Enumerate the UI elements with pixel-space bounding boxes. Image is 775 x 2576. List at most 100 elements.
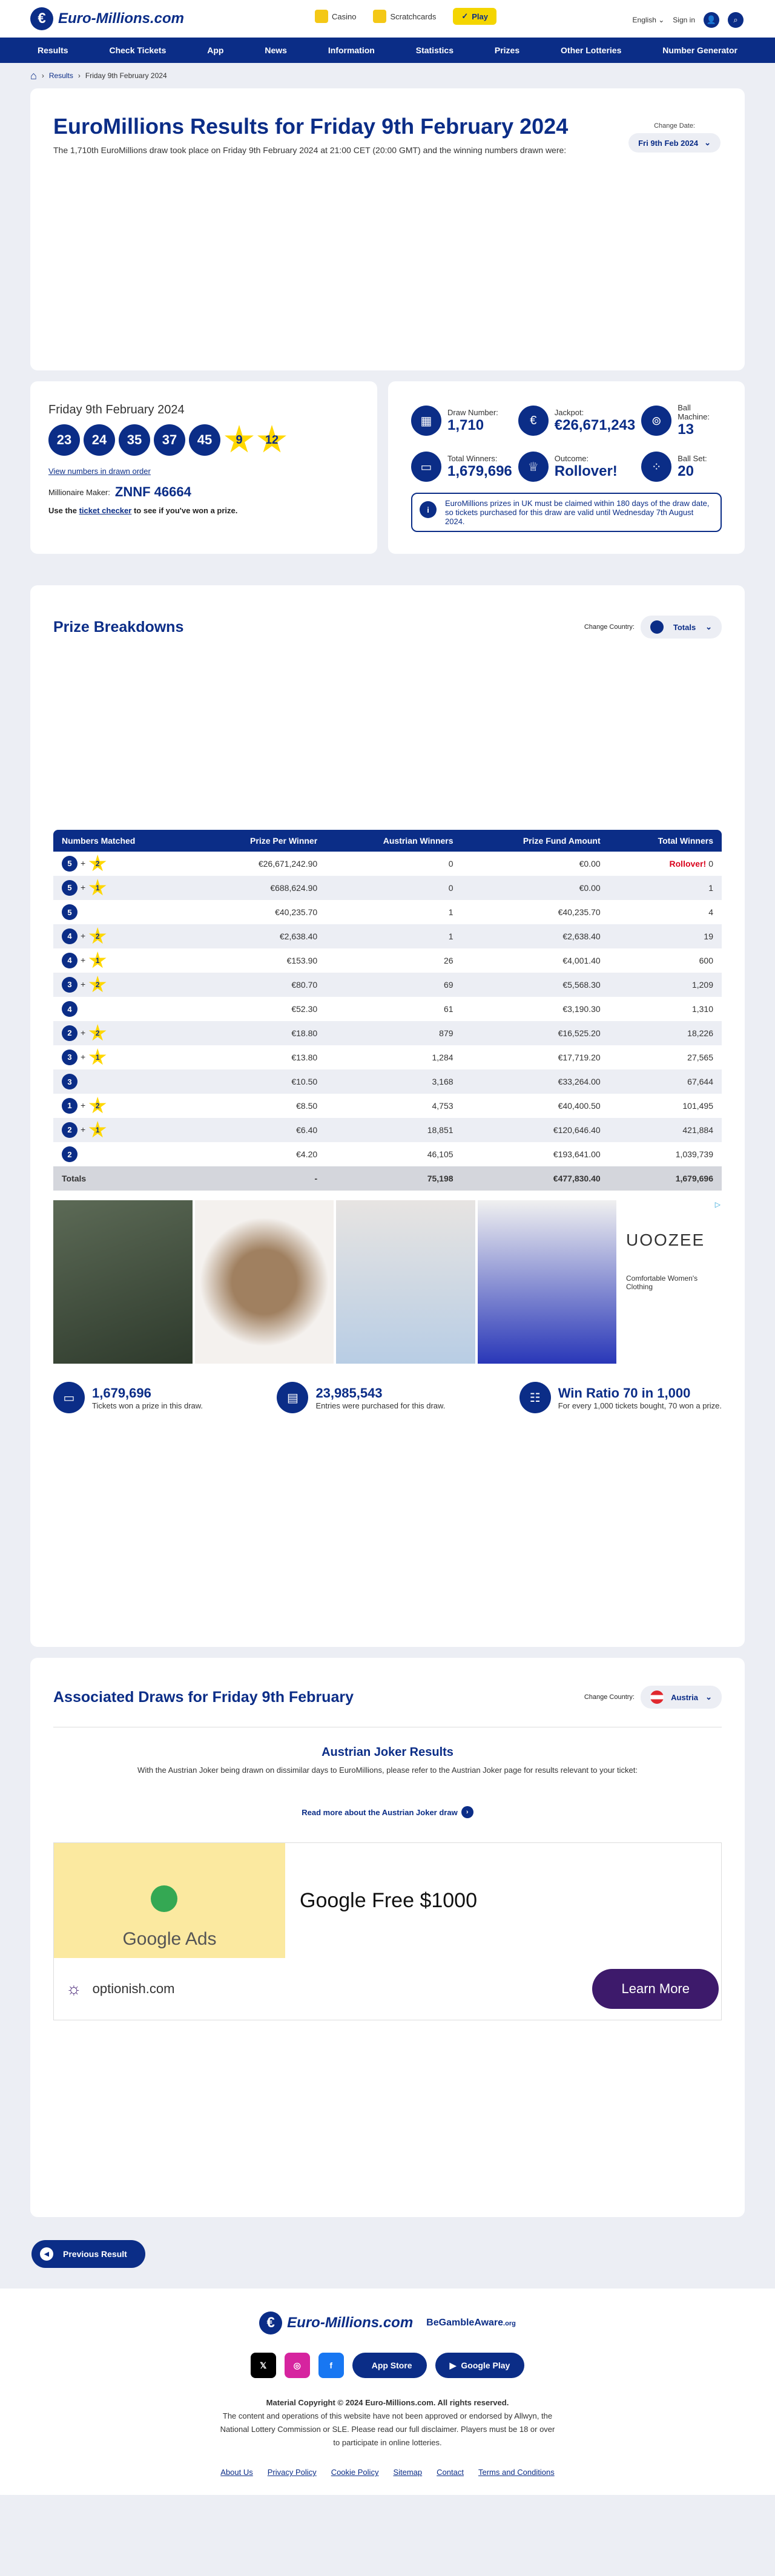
previous-result-label: Previous Result: [63, 2249, 127, 2259]
google-ad[interactable]: Google Ads Google Free $1000 ☼ optionish.…: [53, 1842, 722, 2020]
casino-link[interactable]: Casino: [315, 10, 356, 23]
nav-results[interactable]: Results: [30, 45, 76, 55]
footer-link-contact[interactable]: Contact: [437, 2468, 464, 2477]
prize-per-winner-cell: €13.80: [291, 1053, 318, 1062]
total-winners-cell: 421,884: [609, 1118, 722, 1142]
breadcrumb-results[interactable]: Results: [49, 71, 73, 80]
home-icon[interactable]: ⌂: [30, 70, 37, 82]
drawn-order-link[interactable]: View numbers in drawn order: [48, 467, 151, 476]
ad-choices-icon[interactable]: ▷: [715, 1200, 721, 1209]
instagram-icon[interactable]: ◎: [284, 2353, 310, 2378]
austrian-winners-cell: 1: [448, 907, 453, 917]
footer-link-privacy[interactable]: Privacy Policy: [268, 2468, 317, 2477]
prize-per-winner-cell: €8.50: [296, 1101, 318, 1111]
nav-app[interactable]: App: [200, 45, 231, 55]
prize-fund-cell: €193,641.00: [553, 1149, 601, 1159]
nav-number-generator[interactable]: Number Generator: [655, 45, 745, 55]
lucky-star: 2: [88, 976, 107, 993]
country-select[interactable]: Totals ⌄: [641, 616, 722, 639]
ad-image[interactable]: [477, 1200, 616, 1364]
footer-link-about[interactable]: About Us: [220, 2468, 252, 2477]
chevron-right-icon: ›: [78, 71, 81, 80]
totals-winners: 1,679,696: [608, 1166, 722, 1191]
austrian-winners-cell: 18,851: [427, 1125, 453, 1135]
user-icon[interactable]: 👤: [704, 12, 719, 28]
associated-country-select[interactable]: Austria ⌄: [641, 1686, 722, 1709]
ticket-checker-link[interactable]: ticket checker: [79, 506, 132, 515]
ad-brand[interactable]: UOOZEE Comfortable Women's Clothing: [619, 1200, 722, 1371]
joker-text: With the Austrian Joker being drawn on d…: [137, 1766, 638, 1775]
nav-statistics[interactable]: Statistics: [409, 45, 461, 55]
ad-image[interactable]: [336, 1200, 475, 1364]
signin-link[interactable]: Sign in: [673, 16, 695, 24]
ball: 35: [119, 424, 150, 456]
stat-label: Total Winners:: [447, 453, 498, 463]
google-play-button[interactable]: ▶ Google Play: [435, 2353, 525, 2378]
footer-link-cookie[interactable]: Cookie Policy: [331, 2468, 379, 2477]
change-date: Change Date: Fri 9th Feb 2024 ⌄: [628, 122, 721, 153]
table-row: 5 +2 €26,671,242.90 0 €0.00 Rollover! 0: [53, 852, 722, 876]
footer-link-terms[interactable]: Terms and Conditions: [478, 2468, 555, 2477]
prize-fund-cell: €4,001.40: [562, 956, 601, 965]
summary-value: Win Ratio 70 in 1,000: [558, 1385, 691, 1401]
ad-image[interactable]: Google Ads: [54, 1843, 285, 1958]
ad-image[interactable]: [194, 1200, 334, 1364]
site-logo[interactable]: € Euro-Millions.com: [30, 7, 184, 30]
page-title: EuroMillions Results for Friday 9th Febr…: [53, 114, 569, 139]
stat-label: Ball Machine:: [678, 403, 710, 421]
previous-result-button[interactable]: ◀ Previous Result: [31, 2240, 145, 2268]
nav-other-lotteries[interactable]: Other Lotteries: [553, 45, 628, 55]
footer-logo[interactable]: € Euro-Millions.com: [259, 2312, 413, 2334]
col-prize-fund: Prize Fund Amount: [461, 830, 609, 852]
stat-total-winners: ▭ Total Winners: 1,679,696: [411, 452, 512, 482]
joker-link[interactable]: Read more about the Austrian Joker draw ›: [302, 1806, 473, 1818]
summary-value: 1,679,696: [92, 1385, 151, 1401]
prize-per-winner-cell: €80.70: [291, 980, 318, 990]
language-select[interactable]: English ⌄: [633, 16, 665, 24]
arrow-right-icon: ›: [461, 1806, 473, 1818]
numbers-matched: 4 +2: [53, 924, 194, 948]
total-winners-value: 19: [704, 932, 713, 941]
nav-information[interactable]: Information: [321, 45, 382, 55]
nav-news[interactable]: News: [257, 45, 294, 55]
app-store-button[interactable]: App Store: [352, 2353, 427, 2378]
prize-fund-cell: €16,525.20: [558, 1028, 601, 1038]
play-button[interactable]: ✓ Play: [453, 8, 496, 25]
scratchcards-icon: [373, 10, 387, 23]
euro-logo-icon: €: [30, 7, 53, 30]
lucky-star: 1: [88, 879, 107, 896]
total-winners-value: 0: [708, 859, 713, 869]
clothing-ad[interactable]: UOOZEE Comfortable Women's Clothing ▷: [53, 1200, 722, 1371]
prize-fund-cell: €40,400.50: [558, 1101, 601, 1111]
footer-link-sitemap[interactable]: Sitemap: [393, 2468, 422, 2477]
stat-label: Ball Set:: [678, 453, 707, 463]
nav-check-tickets[interactable]: Check Tickets: [102, 45, 173, 55]
austrian-winners-cell: 0: [448, 859, 453, 869]
stat-outcome: ♕ Outcome: Rollover!: [518, 452, 635, 482]
ball: 3: [62, 976, 78, 993]
date-select[interactable]: Fri 9th Feb 2024 ⌄: [628, 133, 721, 153]
checker-post: to see if you've won a prize.: [133, 506, 238, 515]
chevron-down-icon: ⌄: [705, 1692, 712, 1701]
numbers-matched: 5 +1: [53, 876, 194, 900]
nav-prizes[interactable]: Prizes: [487, 45, 527, 55]
winning-balls: 23 24 35 37 45 9 12: [48, 424, 359, 456]
gamble-suffix: .org: [503, 2320, 516, 2327]
play-logo-icon: ✓: [461, 12, 469, 21]
numbers-matched: 3 +2: [53, 973, 194, 997]
ball: 1: [62, 1097, 78, 1114]
scratchcards-link[interactable]: Scratchcards: [373, 10, 436, 23]
facebook-icon[interactable]: f: [318, 2353, 344, 2378]
search-icon[interactable]: ⌕: [728, 12, 744, 28]
ad-image[interactable]: [53, 1200, 193, 1364]
top-header: € Euro-Millions.com Casino Scratchcards ✓…: [0, 0, 775, 38]
ad-cta-button[interactable]: Learn More: [592, 1969, 719, 2009]
begambleaware-logo[interactable]: BeGambleAware.org: [426, 2318, 516, 2328]
prize-fund-cell: €0.00: [579, 859, 601, 869]
x-icon[interactable]: 𝕏: [250, 2353, 276, 2378]
prize-fund-cell: €5,568.30: [562, 980, 601, 990]
stat-ball-set: ⁘ Ball Set: 20: [641, 452, 722, 482]
play-store-icon: ▶: [449, 2360, 457, 2370]
summary-entries: ▤ 23,985,543 Entries were purchased for th…: [277, 1382, 445, 1413]
plus-sign: +: [81, 1125, 86, 1134]
